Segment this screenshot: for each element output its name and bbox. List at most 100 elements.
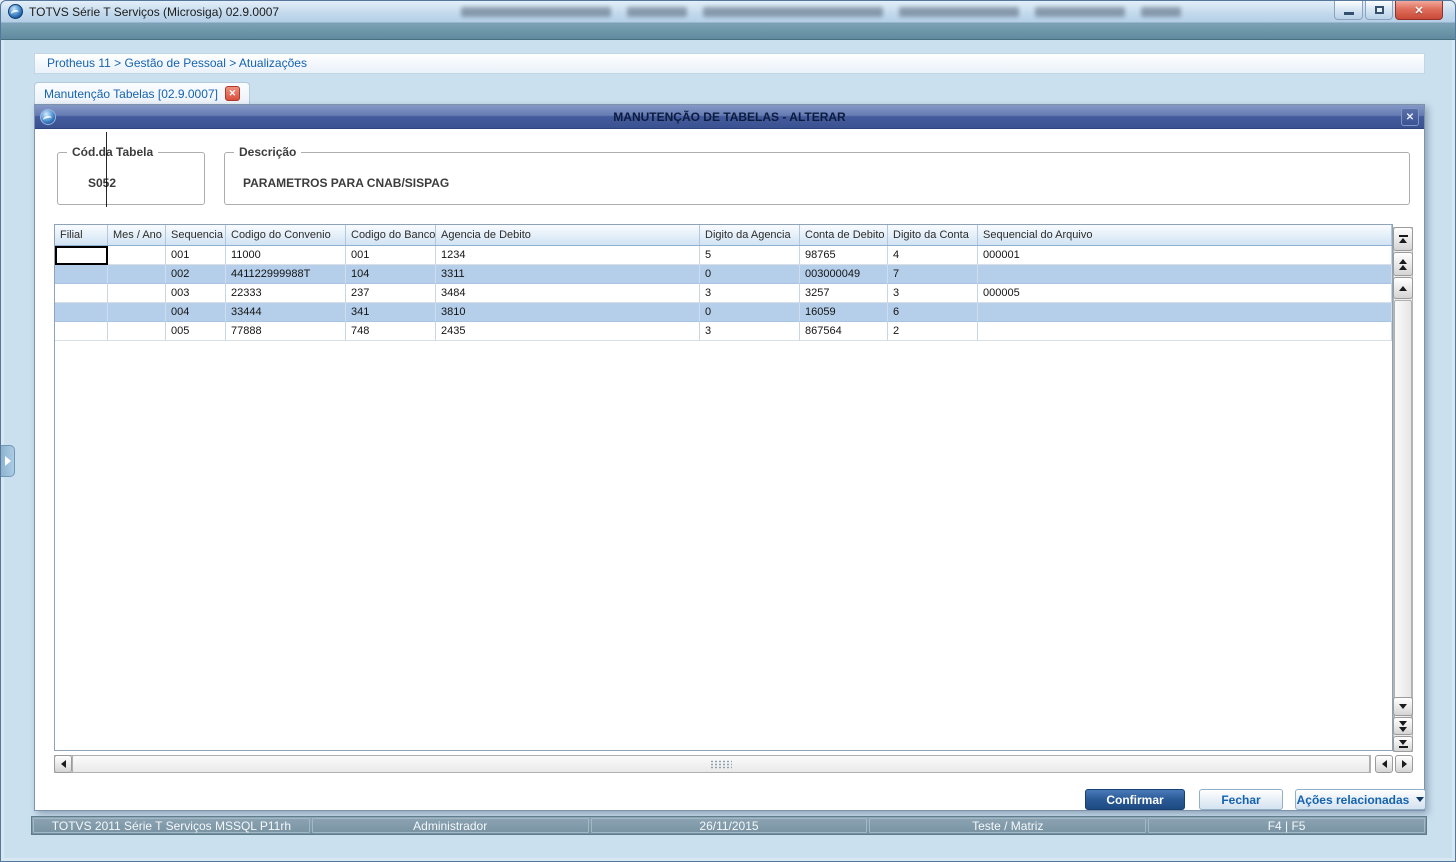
scroll-page-up-icon	[1399, 265, 1407, 270]
grid-cell[interactable]: 3	[700, 284, 800, 303]
grid-cell[interactable]	[978, 322, 1392, 341]
grid-cell[interactable]: 0	[700, 303, 800, 322]
grid-cell[interactable]: 77888	[226, 322, 346, 341]
application-window: TOTVS Série T Serviços (Microsiga) 02.9.…	[0, 0, 1456, 862]
scroll-page-down-button[interactable]	[1393, 717, 1413, 735]
grid-cell[interactable]: 5	[700, 246, 800, 265]
grid-cell[interactable]	[55, 246, 108, 265]
grid-cell[interactable]: 3311	[436, 265, 700, 284]
scroll-up-icon	[1399, 286, 1407, 291]
os-titlebar[interactable]: TOTVS Série T Serviços (Microsiga) 02.9.…	[1, 1, 1455, 23]
grid-cell[interactable]	[55, 284, 108, 303]
grid-cell[interactable]	[55, 265, 108, 284]
grid-cell[interactable]	[978, 303, 1392, 322]
grid-cell[interactable]: 1234	[436, 246, 700, 265]
grid-header-cell[interactable]: Sequencial do Arquivo	[978, 225, 1392, 245]
grid-cell[interactable]	[978, 265, 1392, 284]
grid-header-cell[interactable]: Digito da Agencia	[700, 225, 800, 245]
grid-cell[interactable]: 98765	[800, 246, 888, 265]
grid-cell[interactable]	[55, 322, 108, 341]
scroll-down-button[interactable]	[1393, 697, 1413, 716]
close-icon: ✕	[1406, 112, 1414, 123]
dialog-close-button[interactable]: ✕	[1401, 108, 1419, 126]
maximize-button[interactable]	[1365, 1, 1393, 20]
status-function-keys: F4 | F5	[1148, 818, 1425, 833]
table-row[interactable]: 003223332373484332573000005	[55, 284, 1392, 303]
grid-cell[interactable]: 2	[888, 322, 978, 341]
grid-cell[interactable]: 003000049	[800, 265, 888, 284]
grid-header-cell[interactable]: Mes / Ano	[108, 225, 166, 245]
grid-cell[interactable]: 001	[346, 246, 436, 265]
tab-manutencao-tabelas[interactable]: Manutenção Tabelas [02.9.0007] ✕	[34, 82, 250, 104]
status-bar: TOTVS 2011 Série T Serviços MSSQL P11rh …	[31, 816, 1427, 835]
grid-cell[interactable]: 000001	[978, 246, 1392, 265]
grid-cell[interactable]	[108, 246, 166, 265]
grid-cell[interactable]: 000005	[978, 284, 1392, 303]
grid-cell[interactable]: 16059	[800, 303, 888, 322]
grid-cell[interactable]: 441122999988T	[226, 265, 346, 284]
vertical-scrollbar-thumb[interactable]	[1394, 300, 1412, 730]
grid-header-cell[interactable]: Codigo do Convenio	[226, 225, 346, 245]
table-row[interactable]: 00577888748243538675642	[55, 322, 1392, 341]
scroll-to-bottom-button[interactable]	[1393, 736, 1413, 752]
grid-header-cell[interactable]: Codigo do Banco	[346, 225, 436, 245]
scroll-right-corner-button[interactable]	[1395, 755, 1413, 773]
grid-header-cell[interactable]: Sequencia	[166, 225, 226, 245]
scroll-left-button[interactable]	[54, 755, 72, 773]
grid-cell[interactable]: 22333	[226, 284, 346, 303]
close-icon: ✕	[1414, 4, 1423, 17]
scroll-page-up-button[interactable]	[1393, 252, 1413, 276]
grid-cell[interactable]	[108, 303, 166, 322]
grid-cell[interactable]	[55, 303, 108, 322]
grid-cell[interactable]	[108, 265, 166, 284]
grid-header-cell[interactable]: Agencia de Debito	[436, 225, 700, 245]
close-button-label: Fechar	[1221, 793, 1260, 807]
grid-cell[interactable]: 003	[166, 284, 226, 303]
grid-header-cell[interactable]: Filial	[55, 225, 108, 245]
grid-cell[interactable]: 4	[888, 246, 978, 265]
status-date: 26/11/2015	[591, 818, 868, 833]
chevron-right-icon	[5, 456, 11, 466]
grid-cell[interactable]: 001	[166, 246, 226, 265]
minimize-button[interactable]	[1334, 1, 1363, 20]
tab-close-button[interactable]: ✕	[225, 86, 240, 101]
table-row[interactable]: 0011100000112345987654000001	[55, 246, 1392, 265]
grid-cell[interactable]: 867564	[800, 322, 888, 341]
grid-cell[interactable]	[108, 322, 166, 341]
grid-cell[interactable]: 004	[166, 303, 226, 322]
grid-cell[interactable]: 7	[888, 265, 978, 284]
grid-cell[interactable]: 6	[888, 303, 978, 322]
grid-cell[interactable]: 237	[346, 284, 436, 303]
grid-header-cell[interactable]: Conta de Debito	[800, 225, 888, 245]
dialog-titlebar[interactable]: MANUTENÇÃO DE TABELAS - ALTERAR ✕	[35, 105, 1424, 129]
description-label: Descrição	[234, 145, 301, 159]
grid-cell[interactable]: 2435	[436, 322, 700, 341]
table-row[interactable]: 0043344434138100160596	[55, 303, 1392, 322]
grid-cell[interactable]: 33444	[226, 303, 346, 322]
grid-cell[interactable]: 104	[346, 265, 436, 284]
grid-cell[interactable]: 0	[700, 265, 800, 284]
grid-cell[interactable]	[108, 284, 166, 303]
scroll-left-corner-button[interactable]	[1375, 755, 1393, 773]
close-dialog-button[interactable]: Fechar	[1199, 789, 1283, 810]
close-window-button[interactable]: ✕	[1395, 1, 1443, 20]
grid-cell[interactable]: 3257	[800, 284, 888, 303]
grid-cell[interactable]: 3	[700, 322, 800, 341]
scroll-up-button[interactable]	[1393, 277, 1413, 299]
scroll-to-top-button[interactable]	[1393, 227, 1413, 251]
grid-cell[interactable]: 3	[888, 284, 978, 303]
table-row[interactable]: 002441122999988T104331100030000497	[55, 265, 1392, 284]
grid-cell[interactable]: 341	[346, 303, 436, 322]
confirm-button[interactable]: Confirmar	[1085, 789, 1185, 810]
related-actions-button[interactable]: Ações relacionadas	[1295, 789, 1426, 810]
grid-cell[interactable]: 3484	[436, 284, 700, 303]
horizontal-scrollbar-thumb[interactable]	[72, 755, 1370, 773]
grid-cell[interactable]: 005	[166, 322, 226, 341]
grid-cell[interactable]: 3810	[436, 303, 700, 322]
grid-cell[interactable]: 11000	[226, 246, 346, 265]
grid-cell[interactable]: 002	[166, 265, 226, 284]
totvs-globe-icon	[8, 4, 23, 19]
grid-cell[interactable]: 748	[346, 322, 436, 341]
grid-header-cell[interactable]: Digito da Conta	[888, 225, 978, 245]
sidebar-expand-handle[interactable]	[1, 445, 15, 477]
